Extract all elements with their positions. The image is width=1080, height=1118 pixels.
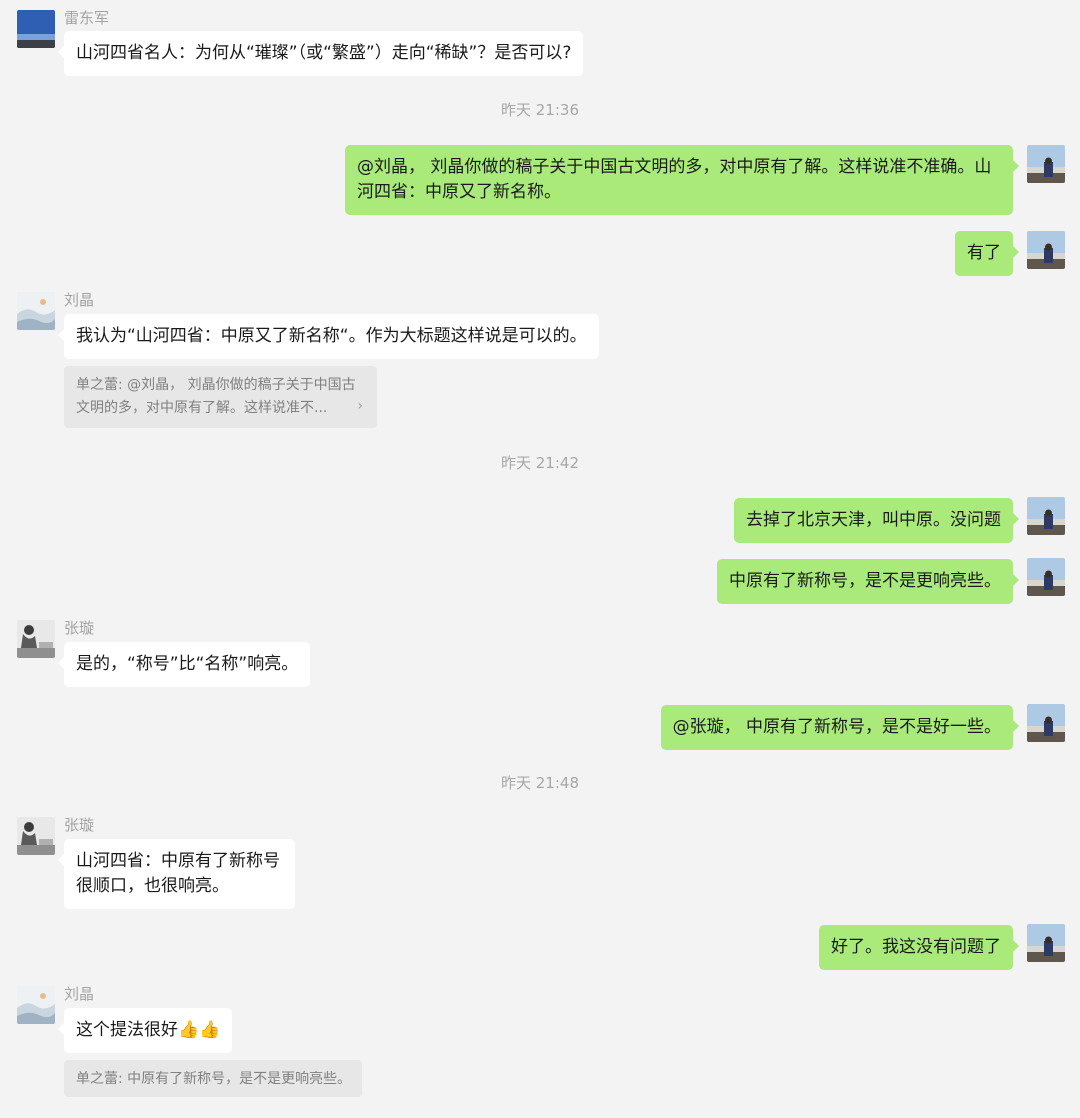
message-bubble[interactable]: 山河四省：中原有了新称号 很顺口，也很响亮。 xyxy=(58,839,295,909)
timestamp: 昨天 21:48 xyxy=(501,774,579,792)
message-bubble[interactable]: @张璇， 中原有了新称号，是不是好一些。 xyxy=(660,705,1020,750)
quoted-reply[interactable]: 单之蕾: 中原有了新称号，是不是更响亮些。 xyxy=(64,1060,362,1097)
avatar-self[interactable] xyxy=(1027,558,1065,596)
avatar-self[interactable] xyxy=(1027,145,1065,183)
avatar-zhangxuan[interactable] xyxy=(17,620,55,658)
message-bubble[interactable]: 这个提法很好👍👍 xyxy=(57,1008,233,1053)
avatar-liujing[interactable] xyxy=(17,986,55,1024)
avatar-self[interactable] xyxy=(1027,924,1065,962)
timestamp: 昨天 21:42 xyxy=(501,454,579,472)
sender-name: 刘晶 xyxy=(64,985,95,1003)
quoted-text: 单之蕾: 中原有了新称号，是不是更响亮些。 xyxy=(76,1071,352,1087)
message-bubble[interactable]: @刘晶， 刘晶你做的稿子关于中国古文明的多，对中原有了解。这样说准不准确。山河四… xyxy=(345,145,1019,215)
timestamp: 昨天 21:36 xyxy=(501,101,579,119)
message-bubble[interactable]: 山河四省名人：为何从“璀璨”（或“繁盛”）走向“稀缺”？是否可以? xyxy=(57,31,584,76)
avatar-leidongjun[interactable] xyxy=(17,10,55,48)
sender-name: 刘晶 xyxy=(64,291,95,309)
chevron-right-icon: › xyxy=(357,398,363,414)
quoted-reply[interactable]: 单之蕾: @刘晶， 刘晶你做的稿子关于中国古文明的多，对中原有了解。这样说准不.… xyxy=(64,366,377,428)
avatar-self[interactable] xyxy=(1027,497,1065,535)
message-bubble[interactable]: 中原有了新称号，是不是更响亮些。 xyxy=(717,559,1019,604)
message-bubble[interactable]: 是的，“称号”比“名称”响亮。 xyxy=(57,642,311,687)
message-bubble[interactable]: 好了。我这没有问题了 xyxy=(819,925,1019,970)
message-bubble[interactable]: 去掉了北京天津，叫中原。没问题 xyxy=(734,498,1019,543)
message-bubble[interactable]: 我认为“山河四省：中原又了新名称“。作为大标题这样说是可以的。 xyxy=(58,314,599,359)
avatar-liujing[interactable] xyxy=(17,292,55,330)
message-bubble[interactable]: 有了 xyxy=(955,231,1019,276)
avatar-self[interactable] xyxy=(1027,704,1065,742)
sender-name: 张璇 xyxy=(64,816,95,834)
sender-name: 张璇 xyxy=(64,619,95,637)
avatar-self[interactable] xyxy=(1027,231,1065,269)
sender-name: 雷东军 xyxy=(64,9,110,27)
avatar-zhangxuan[interactable] xyxy=(17,817,55,855)
quoted-text: 单之蕾: @刘晶， 刘晶你做的稿子关于中国古文明的多，对中原有了解。这样说准不.… xyxy=(76,377,356,416)
